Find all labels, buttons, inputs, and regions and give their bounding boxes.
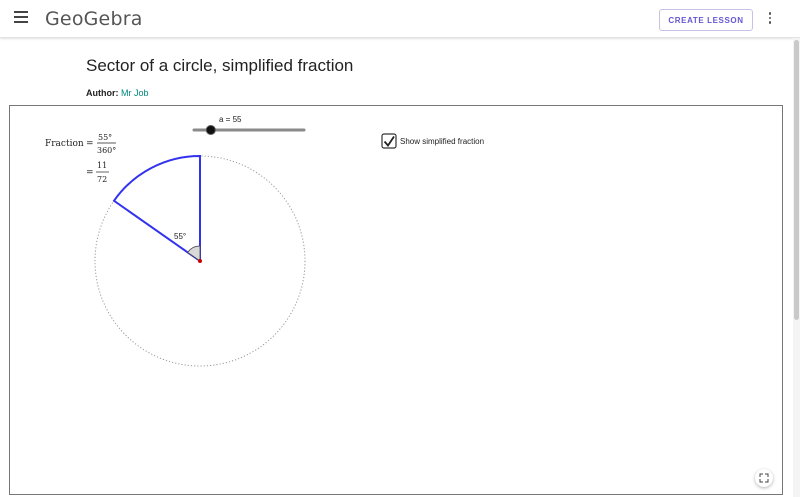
slider-handle[interactable]: [205, 125, 216, 135]
more-vert-icon[interactable]: [765, 12, 775, 26]
simplified-equals: =: [86, 168, 94, 178]
applet-canvas[interactable]: 55° a = 55 Show simplified fraction Frac…: [10, 106, 782, 494]
fullscreen-icon: [759, 473, 769, 483]
author-label: Author:: [86, 88, 119, 98]
show-simplified-checkbox[interactable]: [381, 133, 397, 149]
angle-label: 55°: [174, 232, 186, 241]
create-lesson-button[interactable]: CREATE LESSON: [659, 9, 753, 31]
fraction-equals: =: [86, 139, 94, 149]
slider-label: a = 55: [219, 115, 242, 124]
author-line: Author: Mr Job: [86, 88, 149, 98]
geogebra-applet[interactable]: 55° a = 55 Show simplified fraction Frac…: [9, 105, 783, 495]
simplified-numerator: 11: [97, 161, 107, 170]
fullscreen-button[interactable]: [755, 469, 773, 487]
sector-shape[interactable]: [112, 154, 201, 263]
page-scrollbar[interactable]: [793, 38, 800, 497]
simplified-denominator: 72: [97, 175, 107, 184]
top-app-bar: GeoGebra CREATE LESSON: [0, 0, 800, 38]
fraction-label: Fraction: [45, 139, 84, 149]
fraction-numerator: 55°: [98, 133, 112, 142]
fraction-denominator: 360°: [97, 146, 116, 155]
show-simplified-label: Show simplified fraction: [400, 137, 484, 146]
author-link[interactable]: Mr Job: [121, 88, 149, 98]
geogebra-logo[interactable]: GeoGebra: [45, 8, 143, 30]
page-title: Sector of a circle, simplified fraction: [86, 56, 354, 75]
menu-icon[interactable]: [14, 11, 28, 25]
center-point[interactable]: [198, 259, 202, 263]
scrollbar-thumb[interactable]: [794, 40, 799, 320]
